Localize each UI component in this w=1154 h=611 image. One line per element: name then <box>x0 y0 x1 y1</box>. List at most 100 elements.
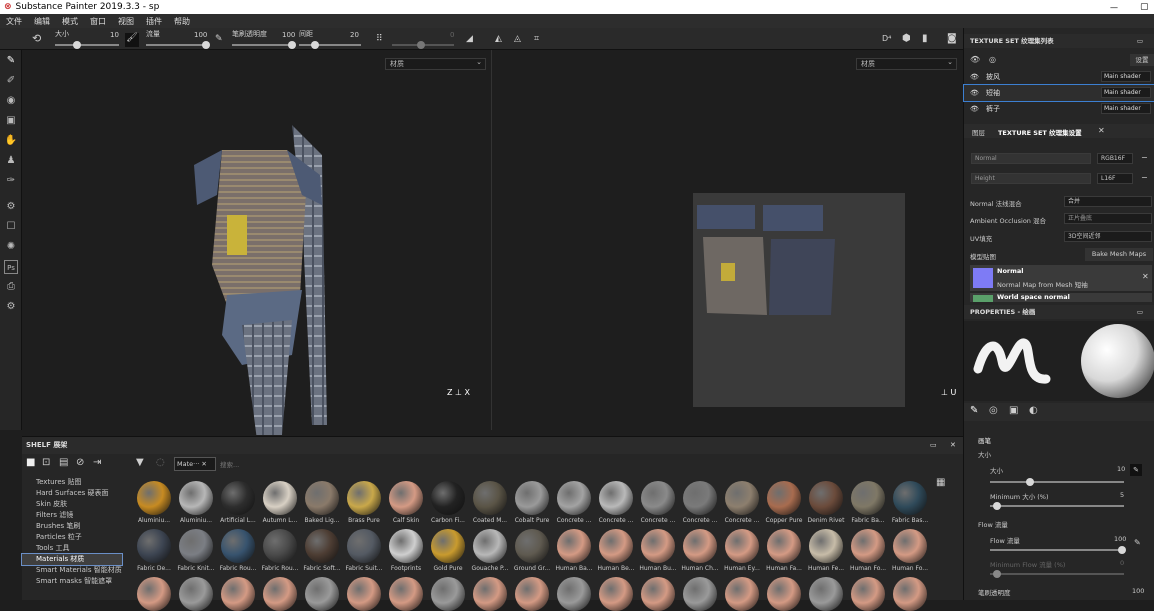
export-icon[interactable]: ⎙ <box>4 280 18 294</box>
material-thumbnail[interactable] <box>473 577 507 611</box>
maximize-button[interactable]: ▢ <box>1140 2 1149 12</box>
texture-set-row[interactable]: 👁 短袖 Main shader <box>963 84 1154 102</box>
material-thumbnail[interactable] <box>179 481 213 515</box>
mesh-map-slot[interactable]: Normal Normal Map from Mesh 短袖 ✕ <box>970 265 1152 291</box>
material-thumbnail[interactable] <box>599 577 633 611</box>
tab-texture-set-settings[interactable]: TEXTURE SET 纹理集设置 <box>998 127 1082 137</box>
remove-channel-icon[interactable]: − <box>1141 153 1148 162</box>
material-thumbnail[interactable] <box>851 481 885 515</box>
flow-slider[interactable] <box>146 41 210 49</box>
smudge-icon[interactable]: ✋ <box>4 134 18 148</box>
material-thumbnail[interactable] <box>431 481 465 515</box>
symmetry-axis-icon[interactable]: ◭ <box>495 34 502 44</box>
menu-help[interactable]: 帮助 <box>168 16 196 27</box>
filter-icon[interactable]: ▼ <box>136 457 144 468</box>
material-thumbnail[interactable] <box>683 481 717 515</box>
normal-mix-select[interactable]: 合并 <box>1064 196 1152 207</box>
lazy-mouse-icon[interactable]: ⠿ <box>376 34 383 44</box>
ts-shader-select[interactable]: Main shader <box>1101 103 1151 114</box>
material-thumbnail[interactable] <box>851 529 885 563</box>
tsl-solo-icon[interactable]: ◎ <box>989 55 996 64</box>
bake-mesh-maps-button[interactable]: Bake Mesh Maps <box>1085 248 1153 261</box>
flow-pen-icon[interactable]: ✎ <box>215 34 223 44</box>
pen-pressure-icon[interactable]: 🖌 <box>125 33 139 47</box>
menu-file[interactable]: 文件 <box>0 16 28 27</box>
flow-slider[interactable] <box>990 546 1126 554</box>
material-thumbnail[interactable] <box>809 577 843 611</box>
material-thumbnail[interactable] <box>305 529 339 563</box>
material-thumbnail[interactable] <box>137 577 171 611</box>
category-materials[interactable]: Materials 材质 <box>21 553 123 566</box>
channel-format-select[interactable]: L16F <box>1097 173 1133 184</box>
material-thumbnail[interactable] <box>557 481 591 515</box>
material-thumbnail[interactable] <box>431 529 465 563</box>
material-thumbnail[interactable] <box>767 481 801 515</box>
material-thumbnail[interactable] <box>557 577 591 611</box>
mirror-icon[interactable]: ◬ <box>514 34 521 44</box>
mesh-map-slot[interactable]: World space normal <box>970 293 1152 302</box>
remove-channel-icon[interactable]: − <box>1141 173 1148 182</box>
size-slider[interactable] <box>990 478 1124 486</box>
material-thumbnail[interactable] <box>305 481 339 515</box>
material-thumbnail[interactable] <box>893 529 927 563</box>
menu-plugins[interactable]: 插件 <box>140 16 168 27</box>
category-textures[interactable]: Textures 贴图 <box>22 477 122 488</box>
spacing-slider[interactable] <box>299 41 361 49</box>
alpha-tab-icon[interactable]: ◎ <box>989 405 998 416</box>
category-smart-masks[interactable]: Smart masks 智能遮罩 <box>22 576 122 587</box>
clone-icon[interactable]: ♟ <box>4 154 18 168</box>
material-thumbnail[interactable] <box>473 481 507 515</box>
material-thumbnail[interactable] <box>641 481 675 515</box>
material-thumbnail[interactable] <box>137 481 171 515</box>
camera-icon[interactable]: ▮ <box>922 33 928 44</box>
eraser-icon[interactable]: ✐ <box>4 74 18 88</box>
ao-mix-select[interactable]: 正片叠底 <box>1064 213 1152 224</box>
ts-eye-icon[interactable]: 👁 <box>970 101 979 117</box>
display-mode-icon[interactable]: D⁴ <box>882 34 891 43</box>
material-thumbnail[interactable] <box>221 577 255 611</box>
ts-eye-icon[interactable]: 👁 <box>970 69 979 85</box>
color-picker-icon[interactable]: ✑ <box>4 174 18 188</box>
symmetry-icon[interactable]: ⟲ <box>32 32 41 45</box>
material-thumbnail[interactable] <box>263 529 297 563</box>
min-size-slider[interactable] <box>990 502 1124 510</box>
material-thumbnail[interactable] <box>893 481 927 515</box>
shelf-undock-icon[interactable]: ▭ <box>930 437 937 454</box>
material-thumbnail[interactable] <box>389 577 423 611</box>
material-thumbnail[interactable] <box>515 529 549 563</box>
material-thumbnail[interactable] <box>725 481 759 515</box>
texture-set-row[interactable]: 👁 披风 Main shader <box>964 69 1154 85</box>
material-thumbnail[interactable] <box>725 529 759 563</box>
material-thumbnail[interactable] <box>767 577 801 611</box>
menu-view[interactable]: 视图 <box>112 16 140 27</box>
material-thumbnail[interactable] <box>683 577 717 611</box>
material-thumbnail[interactable] <box>179 577 213 611</box>
alignment-icon[interactable]: ◢ <box>466 34 473 44</box>
viewport-2d-material-select[interactable]: 材质 <box>856 57 957 70</box>
flow-pen-icon[interactable]: ✎ <box>1134 538 1141 547</box>
channel-format-select[interactable]: RGB16F <box>1097 153 1133 164</box>
material-thumbnail[interactable] <box>515 481 549 515</box>
size-slider[interactable] <box>55 41 119 49</box>
material-thumbnail[interactable] <box>725 577 759 611</box>
menu-window[interactable]: 窗口 <box>84 16 112 27</box>
tab-layers[interactable]: 图层 <box>972 127 985 137</box>
material-thumbnail[interactable] <box>893 577 927 611</box>
cube-icon[interactable]: ⬢ <box>902 33 911 44</box>
material-thumbnail[interactable] <box>389 481 423 515</box>
material-thumbnail[interactable] <box>179 529 213 563</box>
category-filters[interactable]: Filters 滤镜 <box>22 510 122 521</box>
material-thumbnail[interactable] <box>221 529 255 563</box>
log-icon[interactable]: ☐ <box>4 220 18 234</box>
category-brushes[interactable]: Brushes 笔刷 <box>22 521 122 532</box>
brush-tab-icon[interactable]: ✎ <box>970 405 978 416</box>
channel-name-field[interactable]: Height <box>971 173 1091 184</box>
viewport-3d-material-select[interactable]: 材质 <box>385 57 486 70</box>
screenshot-icon[interactable]: ◙ <box>947 33 957 44</box>
ts-shader-select[interactable]: Main shader <box>1101 71 1151 82</box>
material-thumbnail[interactable] <box>347 481 381 515</box>
material-thumbnail[interactable] <box>809 529 843 563</box>
material-thumbnail[interactable] <box>221 481 255 515</box>
polygon-fill-icon[interactable]: ▣ <box>4 114 18 128</box>
material-tab-icon[interactable]: ◐ <box>1029 405 1038 416</box>
